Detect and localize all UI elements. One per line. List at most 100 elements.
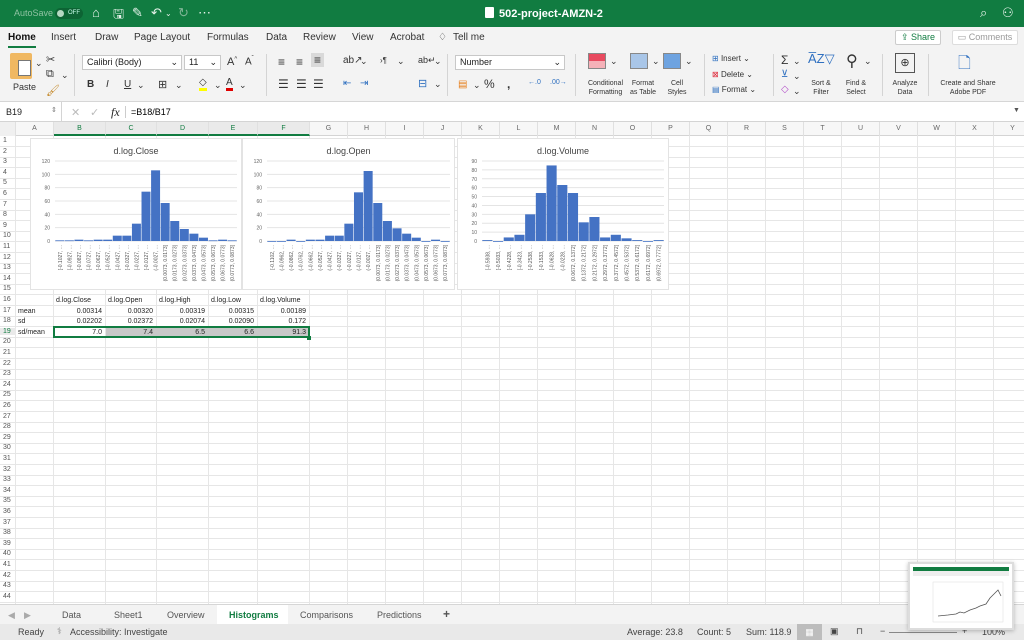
row-header-20[interactable]: 20 xyxy=(0,338,16,345)
tab-view[interactable]: View xyxy=(352,32,374,43)
row-header-41[interactable]: 41 xyxy=(0,561,16,568)
tab-review[interactable]: Review xyxy=(303,32,336,43)
row-header-29[interactable]: 29 xyxy=(0,434,16,441)
align-left-icon[interactable]: ☰ xyxy=(278,77,289,91)
row-header-43[interactable]: 43 xyxy=(0,582,16,589)
column-header-U[interactable]: U xyxy=(842,122,880,136)
cell-styles-button[interactable]: Cell Styles xyxy=(664,79,690,97)
table-header[interactable]: d.log.Volume xyxy=(260,295,308,306)
normal-view-button[interactable]: ▦ xyxy=(797,624,822,640)
comments-button[interactable]: ▭ Comments xyxy=(952,30,1018,45)
worksheet-grid[interactable]: 44 43 42 41 40 39 38 37 36 35 34 33 32 31 30 29 28 27 26 25… xyxy=(0,136,1024,604)
row-header-27[interactable]: 27 xyxy=(0,413,16,420)
row-header-35[interactable]: 35 xyxy=(0,497,16,504)
sheet-tab-sheet1[interactable]: Sheet1 xyxy=(114,610,143,620)
merge-center-icon[interactable]: ⊟ xyxy=(418,77,427,90)
wrap-text-dropdown-icon[interactable]: ⌄ xyxy=(434,56,442,67)
column-header-T[interactable]: T xyxy=(804,122,842,136)
row-header-5[interactable]: 5 xyxy=(0,179,16,186)
increase-font-icon[interactable]: A^ xyxy=(227,56,237,68)
cell-styles-dropdown[interactable]: ⌄ xyxy=(685,56,693,67)
row-header-28[interactable]: 28 xyxy=(0,423,16,430)
analyze-data-icon[interactable]: ⊕ xyxy=(895,53,915,73)
copy-icon[interactable]: ⧉ xyxy=(46,68,54,81)
row-header-30[interactable]: 30 xyxy=(0,444,16,451)
column-header-N[interactable]: N xyxy=(576,122,614,136)
row-header-34[interactable]: 34 xyxy=(0,487,16,494)
formula-input[interactable] xyxy=(131,105,1001,119)
autosum-icon[interactable]: Σ xyxy=(781,53,788,67)
table-cell[interactable]: 0.02090 xyxy=(211,316,254,327)
column-header-W[interactable]: W xyxy=(918,122,956,136)
align-middle-icon[interactable]: ≡ xyxy=(296,55,303,69)
format-as-table-icon[interactable] xyxy=(630,53,648,69)
name-box[interactable]: B19 ⇕ xyxy=(0,102,62,122)
column-header-S[interactable]: S xyxy=(766,122,804,136)
row-header-23[interactable]: 23 xyxy=(0,370,16,377)
table-cell[interactable]: 6.5 xyxy=(157,327,209,338)
row-header-38[interactable]: 38 xyxy=(0,529,16,536)
format-as-table-button[interactable]: Format as Table xyxy=(626,79,660,97)
find-select-icon[interactable]: ⚲ xyxy=(846,51,858,71)
column-header-C[interactable]: C xyxy=(106,122,157,136)
paste-label[interactable]: Paste xyxy=(13,82,36,92)
name-box-stepper-icon[interactable]: ⇕ xyxy=(51,106,57,114)
expand-formula-bar-icon[interactable]: ▼ xyxy=(1013,107,1020,114)
row-header-22[interactable]: 22 xyxy=(0,360,16,367)
row-header-2[interactable]: 2 xyxy=(0,148,16,155)
sort-filter-button[interactable]: Sort & Filter xyxy=(806,79,836,97)
text-direction-icon[interactable]: ›¶ xyxy=(380,56,387,65)
row-header-37[interactable]: 37 xyxy=(0,519,16,526)
histogram-chart-open[interactable]: d.log.Open 0 20 40 60 80 100 120 [-0.1102, ...(… xyxy=(242,138,455,290)
tab-tell-me[interactable]: Tell me xyxy=(453,32,485,43)
column-header-D[interactable]: D xyxy=(157,122,209,136)
search-icon[interactable]: ⌕ xyxy=(980,5,987,21)
copy-dropdown-icon[interactable]: ⌄ xyxy=(61,70,69,81)
column-header-E[interactable]: E xyxy=(209,122,258,136)
tab-formulas[interactable]: Formulas xyxy=(207,32,249,43)
row-header-26[interactable]: 26 xyxy=(0,402,16,409)
row-header-19[interactable]: 19 xyxy=(0,328,16,335)
number-format-select[interactable]: Number ⌄ xyxy=(455,55,565,70)
align-bottom-icon[interactable]: ≡ xyxy=(311,53,325,67)
undo-icon[interactable]: ↶ xyxy=(151,5,162,21)
tab-page-layout[interactable]: Page Layout xyxy=(134,32,190,43)
cancel-icon[interactable]: ✕ xyxy=(71,106,80,119)
save-as-icon[interactable]: ✎ xyxy=(132,5,143,21)
tab-data[interactable]: Data xyxy=(266,32,287,43)
tab-acrobat[interactable]: Acrobat xyxy=(390,32,424,43)
wrap-text-icon[interactable]: ab↵ xyxy=(418,55,436,66)
row-header-36[interactable]: 36 xyxy=(0,508,16,515)
row-header-7[interactable]: 7 xyxy=(0,201,16,208)
add-sheet-button[interactable]: + xyxy=(443,607,450,621)
align-top-icon[interactable]: ≡ xyxy=(278,55,285,69)
accounting-dropdown-icon[interactable]: ⌄ xyxy=(473,80,481,91)
histogram-chart-volume[interactable]: d.log.Volume 0 10 20 30 40 50 60 70 80 90 [-0.5938… xyxy=(457,138,669,290)
table-cell[interactable]: 0.02202 xyxy=(56,316,102,327)
underline-button[interactable]: U xyxy=(124,79,131,90)
cut-icon[interactable]: ✂ xyxy=(46,53,55,66)
sheet-tab-data[interactable]: Data xyxy=(62,610,81,620)
table-cell[interactable]: 7.4 xyxy=(106,327,157,338)
column-header-F[interactable]: F xyxy=(258,122,310,136)
histogram-chart-close[interactable]: d.log.Close 0 20 40 60 80 100 120 [-0.1027, ...… xyxy=(30,138,242,290)
page-break-view-button[interactable]: ⊓ xyxy=(856,626,863,637)
autosum-dropdown[interactable]: ⌄ xyxy=(793,56,801,67)
borders-dropdown-icon[interactable]: ⌄ xyxy=(175,80,183,91)
row-header-40[interactable]: 40 xyxy=(0,550,16,557)
column-header-O[interactable]: O xyxy=(614,122,652,136)
sort-filter-icon[interactable]: A̅Z▽ xyxy=(808,51,835,67)
decrease-indent-icon[interactable]: ⇤ xyxy=(343,78,351,89)
table-header[interactable]: d.log.Low xyxy=(211,295,256,306)
scroll-left-icon[interactable]: ◀ xyxy=(8,610,15,621)
page-layout-view-button[interactable]: ▣ xyxy=(830,626,839,637)
fill-color-dropdown-icon[interactable]: ⌄ xyxy=(214,80,222,91)
insert-cells-button[interactable]: ⊞ Insert ⌄ xyxy=(712,54,750,63)
cell-styles-icon[interactable] xyxy=(663,53,681,69)
clear-dropdown[interactable]: ⌄ xyxy=(793,86,801,97)
tab-insert[interactable]: Insert xyxy=(51,32,76,43)
italic-button[interactable]: I xyxy=(106,79,109,90)
row-header-11[interactable]: 11 xyxy=(0,243,16,250)
conditional-formatting-icon[interactable] xyxy=(588,53,606,69)
comma-style-button[interactable]: , xyxy=(507,77,510,91)
